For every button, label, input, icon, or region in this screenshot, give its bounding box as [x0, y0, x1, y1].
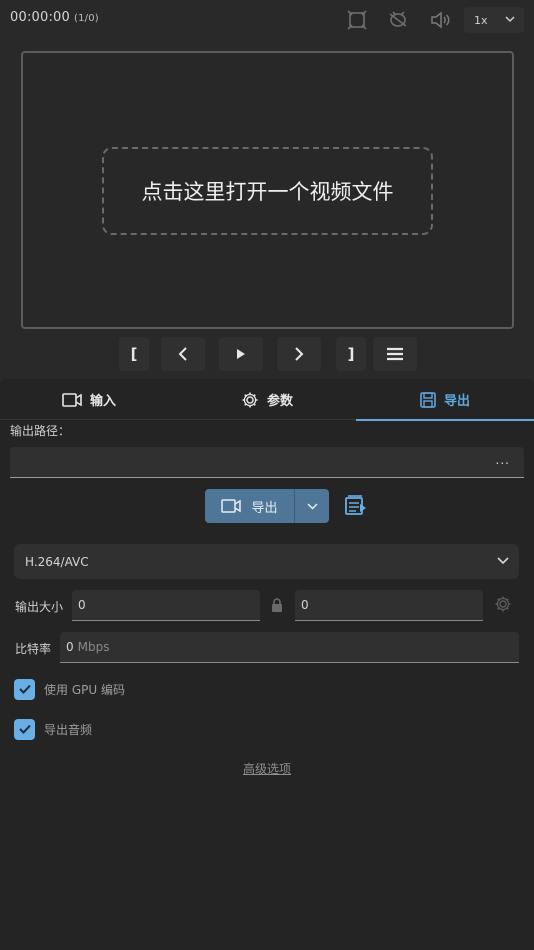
size-settings-gear-icon[interactable]	[494, 595, 512, 617]
mark-in-button[interactable]: [	[119, 337, 149, 371]
export-options-dropdown[interactable]	[294, 489, 329, 523]
tab-input-label: 输入	[89, 394, 116, 409]
check-icon	[18, 724, 31, 734]
open-video-prompt[interactable]: 点击这里打开一个视频文件	[102, 147, 433, 235]
top-bar: 00:00:00 (1/0) 1x	[0, 0, 534, 36]
output-path-field[interactable]: ...	[10, 447, 524, 478]
gpu-encode-option[interactable]: 使用 GPU 编码	[14, 678, 125, 700]
menu-button[interactable]	[373, 337, 417, 371]
export-button[interactable]: 导出	[205, 489, 294, 523]
export-audio-label: 导出音频	[44, 722, 93, 737]
chevron-right-icon	[295, 347, 304, 361]
browse-button[interactable]: ...	[496, 453, 510, 467]
current-time: 00:00:00	[10, 10, 70, 25]
crop-icon[interactable]	[346, 9, 368, 31]
chevron-down-icon	[306, 502, 318, 510]
advanced-options-link[interactable]: 高级选项	[0, 760, 534, 777]
frame-counter: (1/0)	[74, 13, 99, 24]
tab-params[interactable]: 参数	[178, 379, 356, 420]
next-frame-button[interactable]	[277, 337, 321, 371]
video-camera-icon	[221, 499, 242, 513]
bitrate-label: 比特率	[15, 642, 52, 656]
tab-export-label: 导出	[443, 394, 470, 409]
codec-select[interactable]: H.264/AVC	[14, 544, 519, 579]
chevron-down-icon	[505, 16, 515, 23]
check-icon	[18, 684, 31, 694]
playback-controls: [ ]	[0, 337, 534, 373]
speed-select[interactable]: 1x	[464, 7, 524, 33]
chevron-left-icon	[178, 347, 187, 361]
output-path-label: 输出路径：	[10, 424, 71, 438]
video-viewer[interactable]: 点击这里打开一个视频文件	[21, 51, 514, 329]
previous-frame-button[interactable]	[161, 337, 205, 371]
speed-value: 1x	[474, 13, 488, 27]
volume-icon[interactable]	[429, 9, 451, 31]
height-input[interactable]: 0	[295, 590, 483, 621]
play-icon	[237, 349, 245, 359]
chevron-down-icon	[497, 557, 509, 565]
time-readout: 00:00:00 (1/0)	[10, 10, 99, 25]
height-value: 0	[301, 598, 309, 612]
save-icon	[420, 391, 436, 408]
play-button[interactable]	[219, 337, 263, 371]
bitrate-value: 0	[66, 640, 74, 654]
tab-input[interactable]: 输入	[0, 379, 178, 420]
gpu-encode-checkbox[interactable]	[14, 678, 35, 700]
settings-panel: 输入 参数 导出 输出路径： ... 导出 H.264/AVC 输出大小 0 0…	[0, 379, 534, 950]
width-input[interactable]: 0	[72, 590, 260, 621]
video-camera-icon	[62, 392, 82, 407]
bitrate-input[interactable]: 0 Mbps	[60, 632, 519, 663]
output-size-label: 输出大小	[15, 600, 64, 614]
tab-export[interactable]: 导出	[356, 379, 534, 421]
menu-icon	[387, 347, 403, 361]
gpu-encode-label: 使用 GPU 编码	[44, 682, 125, 697]
export-button-group: 导出	[205, 489, 329, 523]
batch-queue-icon[interactable]	[343, 493, 369, 519]
tab-params-label: 参数	[266, 394, 293, 409]
export-button-label: 导出	[251, 500, 278, 516]
mark-out-label: ]	[347, 345, 355, 363]
gear-icon	[242, 392, 258, 407]
tab-bar: 输入 参数 导出	[0, 379, 534, 421]
magic-icon[interactable]	[387, 9, 409, 31]
export-audio-checkbox[interactable]	[14, 718, 35, 740]
width-value: 0	[78, 598, 86, 612]
mark-in-label: [	[130, 345, 138, 363]
bitrate-unit: Mbps	[77, 640, 110, 654]
lock-icon[interactable]	[271, 597, 283, 616]
mark-out-button[interactable]: ]	[336, 337, 366, 371]
codec-value: H.264/AVC	[25, 554, 89, 569]
export-audio-option[interactable]: 导出音频	[14, 718, 92, 740]
